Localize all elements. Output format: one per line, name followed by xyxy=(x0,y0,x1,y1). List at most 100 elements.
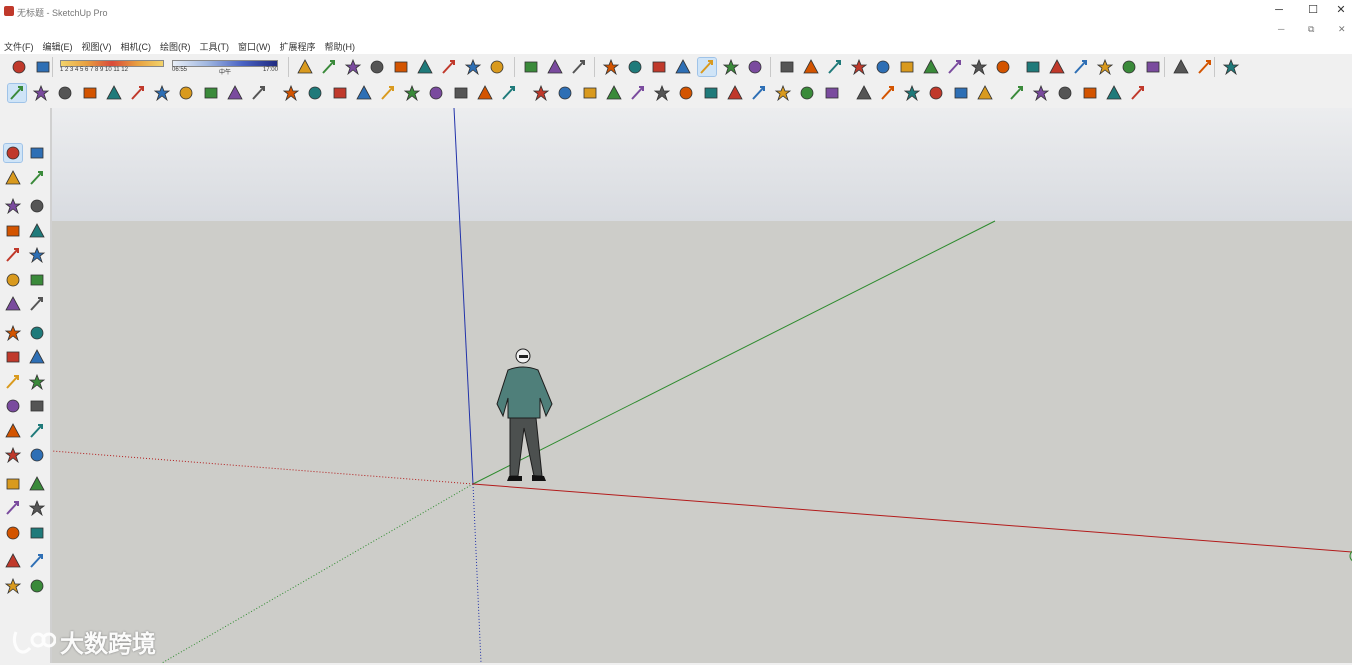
select-icon[interactable] xyxy=(7,83,27,103)
left-zoom-icon[interactable] xyxy=(4,499,22,517)
shadow-time-slider[interactable]: 06:55 中午 17:00 xyxy=(172,60,278,76)
house-outline-icon[interactable] xyxy=(1105,84,1123,102)
circle-icon[interactable] xyxy=(105,84,123,102)
push-pull-icon[interactable] xyxy=(129,84,147,102)
left-section-plane-icon[interactable] xyxy=(28,577,46,595)
doc-close-button[interactable]: ✕ xyxy=(1338,24,1346,35)
ruby-console-icon[interactable] xyxy=(1196,58,1214,76)
smoove-icon[interactable] xyxy=(970,58,988,76)
arc-icon[interactable] xyxy=(81,84,99,102)
su-app-icon[interactable] xyxy=(1222,58,1240,76)
menu-item-5[interactable]: 工具(T) xyxy=(200,40,230,53)
zoom-extents-icon[interactable] xyxy=(392,58,410,76)
plugin-m-icon[interactable] xyxy=(532,84,550,102)
back-view-icon[interactable] xyxy=(722,58,740,76)
walk-icon[interactable] xyxy=(488,58,506,76)
plugin-stamp-icon[interactable] xyxy=(677,84,695,102)
light-star-icon[interactable] xyxy=(976,84,994,102)
help-icon[interactable] xyxy=(653,84,671,102)
book-icon[interactable] xyxy=(427,84,445,102)
left-rotate-icon[interactable] xyxy=(4,348,22,366)
scale-icon[interactable] xyxy=(226,84,244,102)
hidden-line-icon[interactable] xyxy=(826,58,844,76)
doc-minimize-button[interactable]: ─ xyxy=(1278,24,1284,34)
left-previous-icon[interactable] xyxy=(28,524,46,542)
left-walk-icon[interactable] xyxy=(4,577,22,595)
left-orbit-icon[interactable] xyxy=(4,475,22,493)
plugin-target-icon[interactable] xyxy=(798,84,816,102)
left-text-icon[interactable] xyxy=(28,422,46,440)
text-icon[interactable] xyxy=(282,84,300,102)
left-follow-me-icon[interactable] xyxy=(28,348,46,366)
pan-icon[interactable] xyxy=(320,58,338,76)
stamp-icon[interactable] xyxy=(994,58,1012,76)
left-scale-icon[interactable] xyxy=(4,373,22,391)
left-view-icon[interactable] xyxy=(746,58,764,76)
shadow-month-slider[interactable]: 1 2 3 4 5 6 7 8 9 10 11 12 xyxy=(60,60,164,73)
zoom-icon[interactable] xyxy=(344,58,362,76)
light-bulb-icon[interactable] xyxy=(855,84,873,102)
monochrome-icon[interactable] xyxy=(898,58,916,76)
wireframe-icon[interactable] xyxy=(802,58,820,76)
xray-icon[interactable] xyxy=(778,58,796,76)
minimize-button[interactable]: ─ xyxy=(1264,2,1294,18)
close-button[interactable]: ✕ xyxy=(1330,2,1352,18)
zoom-icon[interactable] xyxy=(379,84,397,102)
plugin-cross-icon[interactable] xyxy=(726,84,744,102)
component-icon[interactable] xyxy=(452,84,470,102)
section-plane-icon[interactable] xyxy=(546,58,564,76)
pencil-line-icon[interactable] xyxy=(56,84,74,102)
left-push-pull-icon[interactable] xyxy=(28,324,46,342)
left-three-point-arc-icon[interactable] xyxy=(4,295,22,313)
left-dimension-icon[interactable] xyxy=(28,397,46,415)
sandbox-from-scratch-icon[interactable] xyxy=(946,58,964,76)
plugin-br-icon[interactable] xyxy=(629,84,647,102)
styles-icon[interactable] xyxy=(602,58,620,76)
left-zoom-window-icon[interactable] xyxy=(28,499,46,517)
left-line-icon[interactable] xyxy=(4,197,22,215)
menu-item-8[interactable]: 帮助(H) xyxy=(325,40,356,53)
plugin-r-icon[interactable] xyxy=(581,84,599,102)
light-dome-icon[interactable] xyxy=(927,84,945,102)
plugin-pause-icon[interactable] xyxy=(823,84,841,102)
menu-item-2[interactable]: 视图(V) xyxy=(82,40,112,53)
left-polygon-icon[interactable] xyxy=(28,246,46,264)
plugin-tree-2-icon[interactable] xyxy=(774,84,792,102)
house-icon[interactable] xyxy=(1056,84,1074,102)
display-section-icon[interactable] xyxy=(570,58,588,76)
left-look-around-icon[interactable] xyxy=(28,552,46,570)
light-flag-icon[interactable] xyxy=(903,84,921,102)
menu-item-6[interactable]: 窗口(W) xyxy=(238,40,271,53)
house-2-icon[interactable] xyxy=(1081,84,1099,102)
move-icon[interactable] xyxy=(177,84,195,102)
add-detail-icon[interactable] xyxy=(1048,58,1066,76)
extension-warehouse-icon[interactable] xyxy=(1144,58,1162,76)
left-make-component-icon[interactable] xyxy=(28,144,46,162)
bb-icon[interactable] xyxy=(1172,58,1190,76)
previous-view-icon[interactable] xyxy=(416,58,434,76)
left-arc-icon[interactable] xyxy=(4,271,22,289)
left-circle-icon[interactable] xyxy=(4,246,22,264)
orbit-icon[interactable] xyxy=(296,58,314,76)
left-pan-icon[interactable] xyxy=(28,475,46,493)
zoom-window-icon[interactable] xyxy=(368,58,386,76)
warehouse-icon[interactable] xyxy=(1096,58,1114,76)
eraser-icon[interactable] xyxy=(32,84,50,102)
model-viewport[interactable] xyxy=(51,107,1352,664)
plugin-sphere-icon[interactable] xyxy=(702,84,720,102)
menu-item-4[interactable]: 绘图(R) xyxy=(160,40,191,53)
rotate-icon[interactable] xyxy=(202,84,220,102)
store-icon[interactable] xyxy=(1129,84,1147,102)
left-rotated-rect-icon[interactable] xyxy=(28,222,46,240)
left-protractor-icon[interactable] xyxy=(4,422,22,440)
left-tape-measure-icon[interactable] xyxy=(4,397,22,415)
left-two-point-arc-icon[interactable] xyxy=(28,271,46,289)
left-3d-text-icon[interactable] xyxy=(28,446,46,464)
left-position-camera-icon[interactable] xyxy=(4,552,22,570)
left-select-icon[interactable] xyxy=(3,143,23,163)
tape-measure-icon[interactable] xyxy=(250,84,268,102)
shadows-toggle-icon[interactable] xyxy=(10,58,28,76)
export-icon[interactable] xyxy=(500,84,518,102)
front-view-icon[interactable] xyxy=(674,58,692,76)
left-move-icon[interactable] xyxy=(4,324,22,342)
